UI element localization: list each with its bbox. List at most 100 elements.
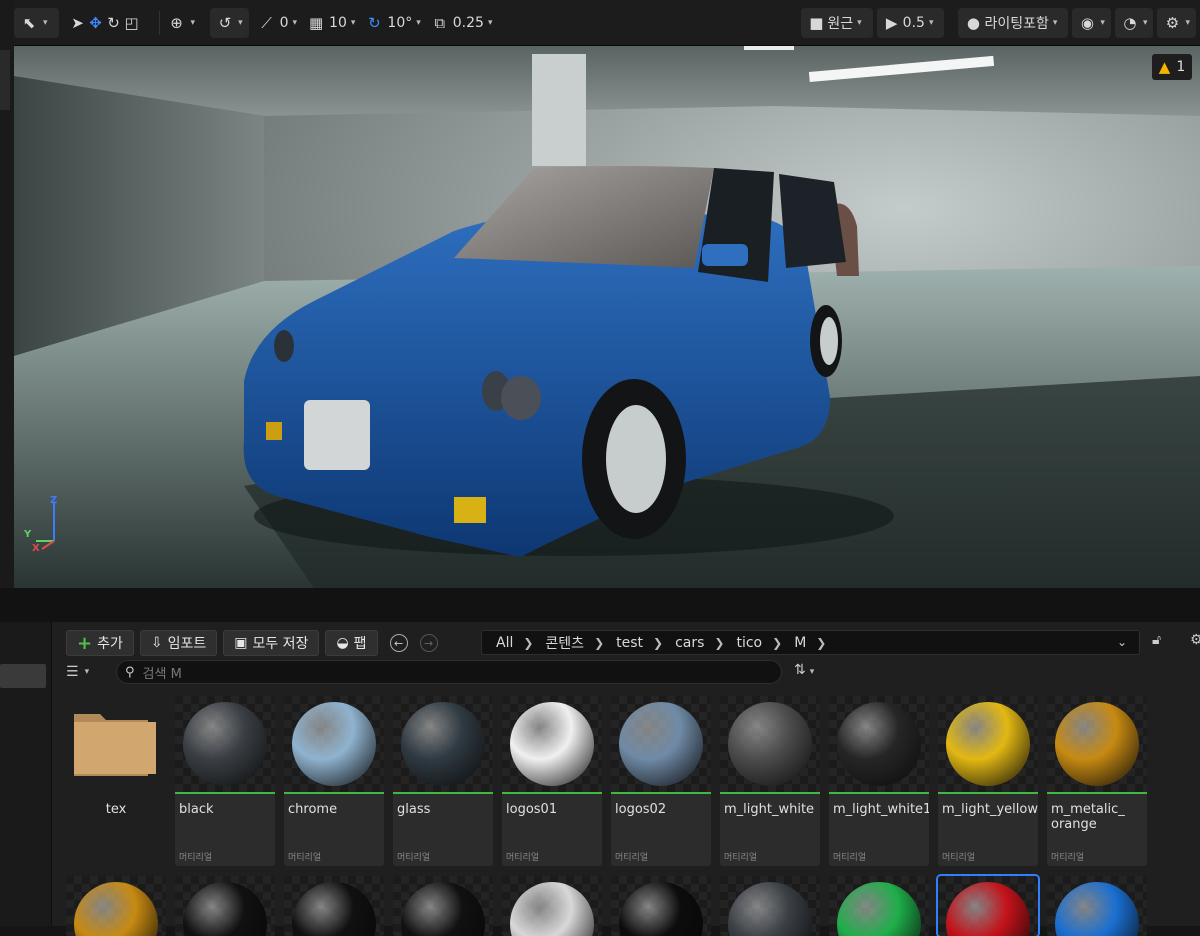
view-mode-dropdown[interactable]: ● 라이팅포함 ▾ [958,7,1069,38]
asset-tile[interactable]: glass 머티리얼 [393,696,493,866]
sort-dropdown[interactable]: ⇅ ▾ [794,662,814,678]
save-all-button[interactable]: ▣ 모두 저장 [223,630,320,656]
sidebar-selected-item[interactable] [0,664,46,688]
snap-icon: ⟋ [261,13,272,32]
add-button[interactable]: + 추가 [66,630,134,656]
world-local-icon[interactable]: ⊕ [168,14,186,32]
asset-tile[interactable]: m_metalic_ orange 머티리얼 [1047,696,1147,866]
asset-name: logos02 [615,802,667,817]
asset-tile[interactable] [66,876,166,936]
move-icon[interactable]: ✥ [87,14,105,32]
chevron-right-icon[interactable]: ❯ [523,636,533,650]
plus-icon: + [77,632,93,654]
save-icon: ▣ [234,635,248,651]
show-dropdown[interactable]: ◉ ▾ [1072,7,1111,38]
material-type-bar [938,792,1038,794]
breadcrumb-item[interactable]: cars [675,635,704,651]
lit-sphere-icon: ● [966,13,981,32]
asset-tile[interactable]: chrome 머티리얼 [284,696,384,866]
warnings-badge[interactable]: ▲ 1 [1152,54,1192,80]
asset-tile[interactable] [611,876,711,936]
breadcrumb-item[interactable]: M [794,635,806,651]
sort-icon: ⇅ [794,662,806,678]
search-input[interactable]: ⚲ 검색 M [116,660,782,684]
warning-icon: ▲ [1158,58,1171,76]
asset-tile[interactable] [720,876,820,936]
select-arrow-icon[interactable]: ➤ [69,14,87,32]
rotation-snap-icon: ↻ [368,13,381,32]
rotate-icon[interactable]: ↻ [105,14,123,32]
garage-scene [14,46,1200,588]
eye-icon: ◉ [1080,13,1094,32]
folder-tile[interactable]: tex [66,696,166,866]
asset-tile[interactable]: m_light_white1 머티리얼 [829,696,929,866]
chevron-right-icon[interactable]: ❯ [714,636,724,650]
material-sphere-icon [292,702,376,786]
camera-speed-dropdown[interactable]: ▶ 0.5 ▾ [876,7,945,38]
breadcrumb-item[interactable]: test [616,635,643,651]
scale-snap-dropdown[interactable]: ⧉ 0.25 ▾ [431,14,492,32]
camera-mode-dropdown[interactable]: ■ 원근 ▾ [801,7,873,38]
asset-tile[interactable]: black 머티리얼 [175,696,275,866]
surface-snap-icon: ↺ [218,13,232,32]
folder-icon [74,714,156,776]
breadcrumb-item[interactable]: All [496,635,513,651]
asset-name: m_light_white1 [833,802,929,817]
asset-tile[interactable]: m_light_white 머티리얼 [720,696,820,866]
svg-text:Y: Y [24,529,32,540]
back-button[interactable]: ← [389,634,408,652]
scale-icon[interactable]: ◰ [123,14,141,32]
material-sphere-icon [946,702,1030,786]
axis-gizmo: Z Y X [23,495,68,554]
fab-button[interactable]: ◒ 팹 [325,630,378,656]
performance-dropdown[interactable]: ◔ ▾ [1114,7,1154,38]
level-viewport[interactable]: ▲ 1 Z Y X [14,46,1200,588]
panel-splitter[interactable] [0,588,1200,622]
breadcrumb-item[interactable]: tico [736,635,762,651]
svg-text:X: X [32,543,40,551]
left-panel-edge [0,0,14,600]
transform-snap-dropdown[interactable]: ⟋ 0 ▾ [258,14,297,32]
breadcrumb-item[interactable]: 콘텐츠 [545,633,584,653]
asset-tile[interactable] [936,874,1040,936]
chevron-right-icon[interactable]: ❯ [816,636,826,650]
lock-icon[interactable]: 🔓︎ [1152,632,1161,648]
asset-name: glass [397,802,431,817]
asset-type: 머티리얼 [1051,853,1085,863]
settings-dropdown[interactable]: ⚙ ▾ [1157,7,1196,38]
asset-tile[interactable] [175,876,275,936]
select-mode-icon: ⬉ [22,13,36,32]
settings-icon[interactable]: ⚙ [1190,632,1200,648]
asset-type: 머티리얼 [615,853,649,863]
material-type-bar [175,792,275,794]
rotation-snap-dropdown[interactable]: ↻ 10° ▾ [365,13,421,32]
asset-name: logos01 [506,802,558,817]
asset-tile[interactable] [393,876,493,936]
asset-tile[interactable] [502,876,602,936]
material-sphere-icon [728,702,812,786]
asset-tile[interactable]: logos01 머티리얼 [502,696,602,866]
forward-button[interactable]: → [419,634,438,652]
material-type-bar [1047,792,1147,794]
asset-tile[interactable]: logos02 머티리얼 [611,696,711,866]
filter-dropdown[interactable]: ☰ ▾ [66,660,89,684]
asset-tile[interactable]: m_light_yellow 머티리얼 [938,696,1038,866]
import-button[interactable]: ⇩ 임포트 [139,630,218,656]
surface-snap-dropdown[interactable]: ↺ ▾ [210,7,249,38]
asset-name: m_light_yellow [942,802,1038,817]
chevron-right-icon[interactable]: ❯ [772,636,782,650]
asset-tile[interactable] [829,876,929,936]
grid-snap-dropdown[interactable]: ▦ 10 ▾ [307,14,355,32]
asset-tile[interactable] [284,876,384,936]
chevron-right-icon[interactable]: ❯ [594,636,604,650]
material-sphere-icon [837,702,921,786]
select-mode-dropdown[interactable]: ⬉ ▾ [14,7,59,38]
asset-type: 머티리얼 [506,853,540,863]
asset-name: m_metalic_ orange [1051,802,1125,832]
breadcrumb: All ❯ 콘텐츠 ❯ test ❯ cars ❯ tico ❯ M ❯ ⌄ [481,630,1140,655]
chevron-right-icon[interactable]: ❯ [653,636,663,650]
asset-tile[interactable] [1047,876,1147,936]
asset-name: black [179,802,214,817]
chevron-down-icon[interactable]: ⌄ [1117,635,1127,649]
material-type-bar [829,792,929,794]
